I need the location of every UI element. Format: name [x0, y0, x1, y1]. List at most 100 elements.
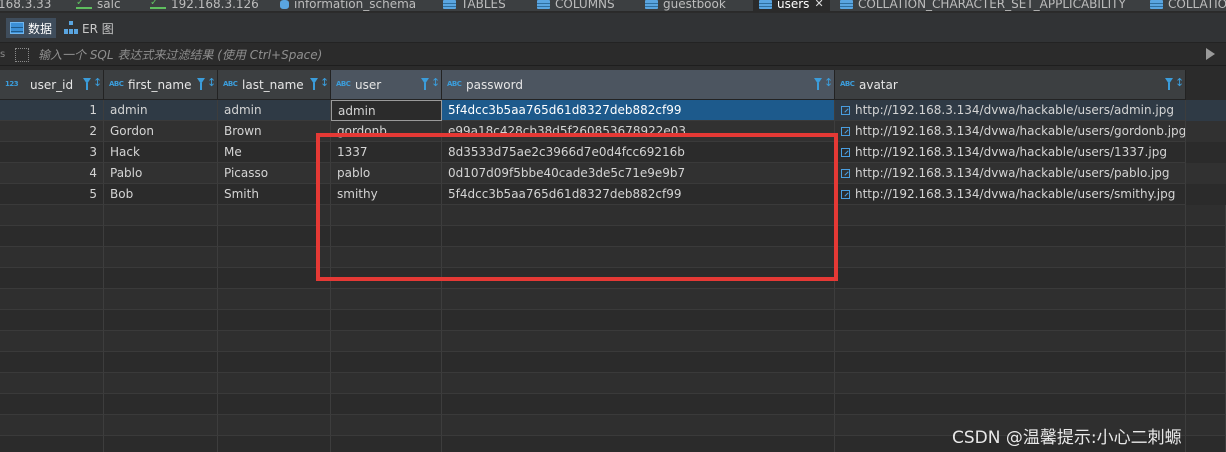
cell-first-name[interactable]: admin	[104, 100, 218, 121]
column-header-last-name[interactable]: ABC last_name ↕	[218, 70, 331, 100]
cell-last-name[interactable]: admin	[218, 100, 331, 121]
tab-connection-192-168-3-126[interactable]: ✓ 192.168.3.126	[150, 0, 259, 11]
cell-password[interactable]: 5f4dcc3b5aa765d61d8327deb882cf99	[442, 184, 835, 205]
cell-user[interactable]: gordonb	[331, 121, 442, 142]
tab-collations[interactable]: COLLATIO	[1150, 0, 1226, 11]
cell-user-id[interactable]: 3	[0, 142, 104, 163]
cell-password[interactable]: 0d107d09f5bbe40cade3de5c71e9e9b7	[442, 163, 835, 184]
column-header-user[interactable]: ABC user ↕	[331, 70, 442, 100]
cell-user-id[interactable]: 4	[0, 163, 104, 184]
empty-cell	[331, 310, 442, 331]
view-mode-bar: 数据 ER 图	[0, 13, 1226, 43]
tab-data[interactable]: 数据	[6, 18, 57, 38]
filter-sort-icon[interactable]: ↕	[814, 76, 833, 92]
database-icon	[280, 0, 289, 9]
empty-row	[0, 352, 1226, 373]
cell-first-name[interactable]: Gordon	[104, 121, 218, 142]
empty-cell	[104, 373, 218, 394]
filter-input[interactable]	[38, 46, 1188, 64]
empty-row	[0, 205, 1226, 226]
cell-user-id[interactable]: 2	[0, 121, 104, 142]
avatar-url: http://192.168.3.134/dvwa/hackable/users…	[855, 187, 1176, 201]
empty-cell	[331, 205, 442, 226]
table-row[interactable]: 1 admin admin admin 5f4dcc3b5aa765d61d83…	[0, 100, 1226, 121]
empty-row	[0, 268, 1226, 289]
empty-cell	[442, 268, 835, 289]
filter-sort-icon[interactable]: ↕	[1165, 76, 1184, 92]
cell-user[interactable]: admin	[331, 100, 442, 121]
tab-guestbook[interactable]: guestbook	[645, 0, 726, 11]
text-type-icon: ABC	[223, 80, 238, 88]
empty-cell	[442, 310, 835, 331]
column-name: avatar	[859, 78, 898, 92]
cell-password[interactable]: 5f4dcc3b5aa765d61d8327deb882cf99	[442, 100, 835, 121]
empty-cell	[331, 289, 442, 310]
cell-avatar[interactable]: http://192.168.3.134/dvwa/hackable/users…	[835, 121, 1186, 142]
tab-information-schema[interactable]: information_schema	[280, 0, 416, 11]
empty-cell	[1186, 373, 1226, 394]
grid-icon	[10, 22, 24, 34]
empty-cell	[835, 352, 1186, 373]
run-filter-icon[interactable]	[1206, 48, 1215, 60]
cell-avatar[interactable]: http://192.168.3.134/dvwa/hackable/users…	[835, 100, 1186, 121]
cell-password[interactable]: e99a18c428cb38d5f260853678922e03	[442, 121, 835, 142]
empty-cell	[218, 289, 331, 310]
text-type-icon: ABC	[336, 80, 351, 88]
tab-connection-168-3-33[interactable]: 168.3.33	[0, 0, 51, 11]
cell-first-name[interactable]: Bob	[104, 184, 218, 205]
avatar-url: http://192.168.3.134/dvwa/hackable/users…	[855, 145, 1167, 159]
column-header-first-name[interactable]: ABC first_name ↕	[104, 70, 218, 100]
table-row[interactable]: 2 Gordon Brown gordonb e99a18c428cb38d5f…	[0, 121, 1226, 142]
cell-first-name[interactable]: Hack	[104, 142, 218, 163]
expand-icon[interactable]	[15, 48, 29, 62]
filter-sort-icon[interactable]: ↕	[197, 76, 216, 92]
close-icon[interactable]: ✕	[814, 0, 823, 11]
filter-sort-icon[interactable]: ↕	[310, 76, 329, 92]
cell-avatar[interactable]: http://192.168.3.134/dvwa/hackable/users…	[835, 163, 1186, 184]
empty-cell	[0, 373, 104, 394]
tab-columns[interactable]: COLUMNS	[537, 0, 615, 11]
watermark: CSDN @温馨提示:小心二刺螈	[952, 428, 1182, 448]
cell-user[interactable]: 1337	[331, 142, 442, 163]
empty-cell	[0, 352, 104, 373]
column-header-avatar[interactable]: ABC avatar ↕	[835, 70, 1186, 100]
empty-row	[0, 289, 1226, 310]
cell-password[interactable]: 8d3533d75ae2c3966d7e0d4fcc69216b	[442, 142, 835, 163]
empty-cell	[0, 268, 104, 289]
cell-avatar[interactable]: http://192.168.3.134/dvwa/hackable/users…	[835, 184, 1186, 205]
tab-tables[interactable]: TABLES	[443, 0, 506, 11]
link-icon	[841, 169, 850, 178]
empty-cell	[331, 352, 442, 373]
tab-er-diagram[interactable]: ER 图	[60, 18, 118, 38]
empty-cell	[104, 436, 218, 452]
cell-avatar[interactable]: http://192.168.3.134/dvwa/hackable/users…	[835, 142, 1186, 163]
cell-last-name[interactable]: Smith	[218, 184, 331, 205]
column-header-user-id[interactable]: 123 user_id ↕	[0, 70, 104, 100]
text-type-icon: ABC	[447, 80, 462, 88]
cell-user-id[interactable]: 1	[0, 100, 104, 121]
empty-cell	[0, 415, 104, 436]
cell-first-name[interactable]: Pablo	[104, 163, 218, 184]
empty-cell	[331, 331, 442, 352]
cell-user-id[interactable]: 5	[0, 184, 104, 205]
table-row[interactable]: 4 Pablo Picasso pablo 0d107d09f5bbe40cad…	[0, 163, 1226, 184]
tab-collation-character-set-applicability[interactable]: COLLATION_CHARACTER_SET_APPLICABILITY	[840, 0, 1126, 11]
empty-cell	[218, 247, 331, 268]
cell-user[interactable]: smithy	[331, 184, 442, 205]
empty-cell	[218, 331, 331, 352]
table-icon	[537, 0, 550, 9]
cell-last-name[interactable]: Brown	[218, 121, 331, 142]
tab-users[interactable]: users ✕	[753, 0, 830, 11]
table-row[interactable]: 5 Bob Smith smithy 5f4dcc3b5aa765d61d832…	[0, 184, 1226, 205]
cell-user[interactable]: pablo	[331, 163, 442, 184]
filter-sort-icon[interactable]: ↕	[83, 76, 102, 92]
cell-last-name[interactable]: Me	[218, 142, 331, 163]
cell-last-name[interactable]: Picasso	[218, 163, 331, 184]
tab-label: COLLATION_CHARACTER_SET_APPLICABILITY	[858, 0, 1126, 11]
table-icon	[759, 0, 772, 9]
column-header-password[interactable]: ABC password ↕	[442, 70, 835, 100]
filter-sort-icon[interactable]: ↕	[421, 76, 440, 92]
tab-salc[interactable]: ✓ salc	[76, 0, 121, 11]
table-row[interactable]: 3 Hack Me 1337 8d3533d75ae2c3966d7e0d4fc…	[0, 142, 1226, 163]
empty-cell	[104, 268, 218, 289]
